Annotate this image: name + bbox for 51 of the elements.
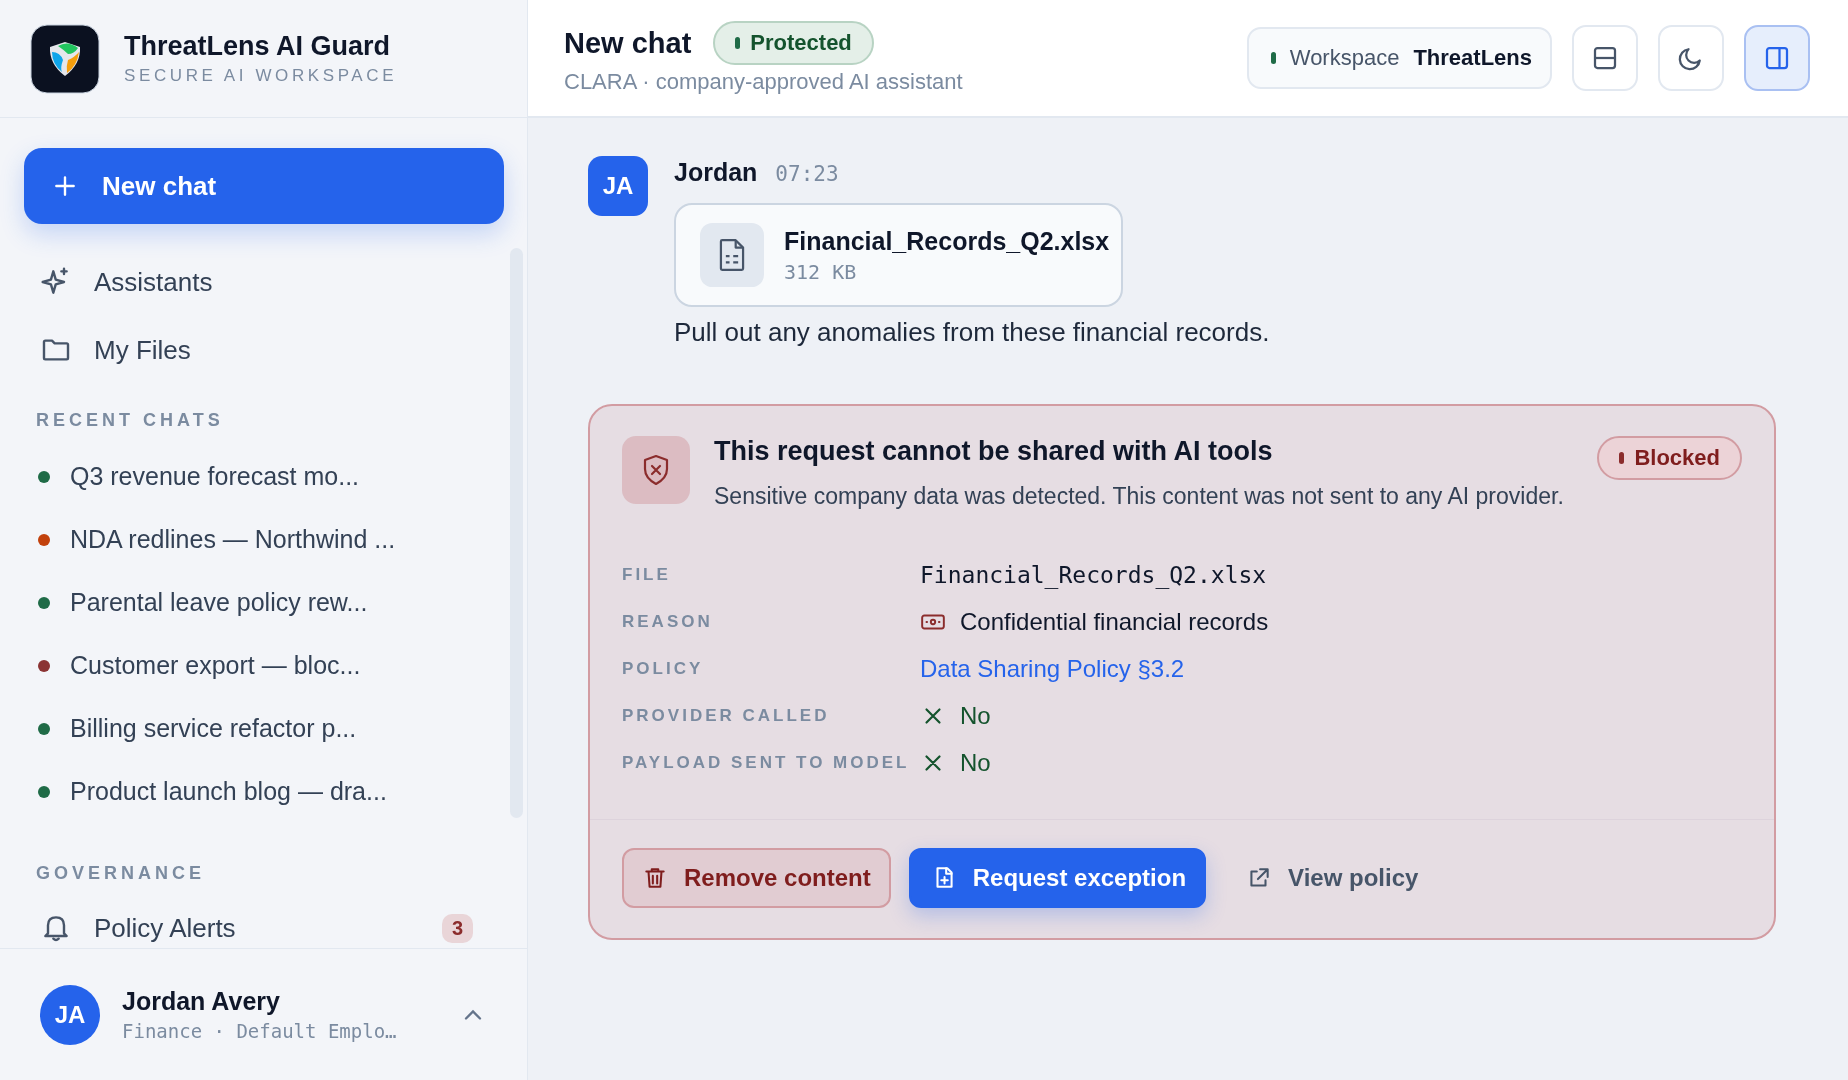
recent-chat-item[interactable]: Parental leave policy rew... [24, 571, 503, 634]
recent-chat-item[interactable]: NDA redlines — Northwind ... [24, 508, 503, 571]
shield-x-icon [622, 436, 690, 504]
author-avatar: JA [588, 156, 648, 216]
recent-chat-item[interactable]: Q3 revenue forecast mo... [24, 445, 503, 508]
detail-value: Confidential financial records [960, 607, 1269, 636]
detail-label: POLICY [622, 658, 705, 679]
status-pill: Blocked [1597, 436, 1742, 480]
recent-chat-item[interactable]: Customer export — bloc... [24, 634, 503, 697]
detail-label: PROVIDER CALLED [622, 705, 831, 726]
detail-value: No [960, 748, 991, 777]
workspace-selector[interactable]: Workspace ThreatLens [1246, 27, 1552, 89]
request-exception-button[interactable]: Request exception [908, 848, 1207, 908]
nav-item[interactable]: My Files [24, 316, 503, 384]
logo-icon [30, 23, 100, 94]
new-chat-button[interactable]: New chat [24, 148, 504, 224]
file-attachment[interactable]: Financial_Records_Q2.xlsx 312 KB [674, 203, 1124, 307]
count-badge: 3 [441, 913, 473, 943]
status-pill: Protected [713, 21, 874, 65]
detail-label: FILE [622, 564, 672, 585]
nav-item[interactable]: Assistants [24, 248, 503, 316]
user-name: Jordan Avery [122, 987, 281, 1016]
author-name: Jordan [674, 158, 758, 187]
app-tagline: SECURE AI WORKSPACE [124, 66, 398, 86]
app-title: ThreatLens AI Guard [124, 31, 392, 62]
plus-icon [52, 173, 78, 199]
detail-value: Financial_Records_Q2.xlsx [920, 561, 1267, 588]
file-size: 312 KB [784, 259, 858, 284]
section-heading: RECENT CHATS [36, 410, 225, 431]
policy-alerts-item[interactable]: Policy Alerts 3 [24, 898, 503, 958]
spreadsheet-file-icon [700, 223, 764, 287]
detail-label: PAYLOAD SENT TO MODEL [622, 752, 911, 773]
chat-subtitle: CLARA · company-approved AI assistant [564, 69, 964, 95]
file-name: Financial_Records_Q2.xlsx [784, 226, 1110, 256]
detail-label: REASON [622, 611, 714, 632]
alert-description: Sensitive company data was detected. This content was not sent to any AI provider. [714, 482, 1565, 511]
user-role: Finance · Default Emplo… [122, 1020, 398, 1042]
section-heading: GOVERNANCE [36, 863, 206, 884]
message-time: 07:23 [775, 162, 839, 186]
recent-chat-item[interactable]: Billing service refactor p... [24, 697, 503, 760]
message-text: Pull out any anomalies from these financial records. [674, 317, 1270, 348]
trash-icon [642, 865, 668, 891]
toolbar-button[interactable] [1744, 25, 1810, 91]
remove-content-button[interactable]: Remove content [622, 848, 891, 908]
user-avatar: JA [40, 984, 100, 1045]
detail-value: No [960, 701, 991, 730]
view-policy-button[interactable]: View policy [1224, 848, 1437, 908]
recent-chat-item[interactable]: Product launch blog — dra... [24, 760, 503, 823]
alert-title: This request cannot be shared with AI tools [714, 436, 1273, 466]
chat-title: New chat [564, 26, 692, 60]
policy-link[interactable]: Data Sharing Policy §3.2 [920, 654, 1185, 683]
